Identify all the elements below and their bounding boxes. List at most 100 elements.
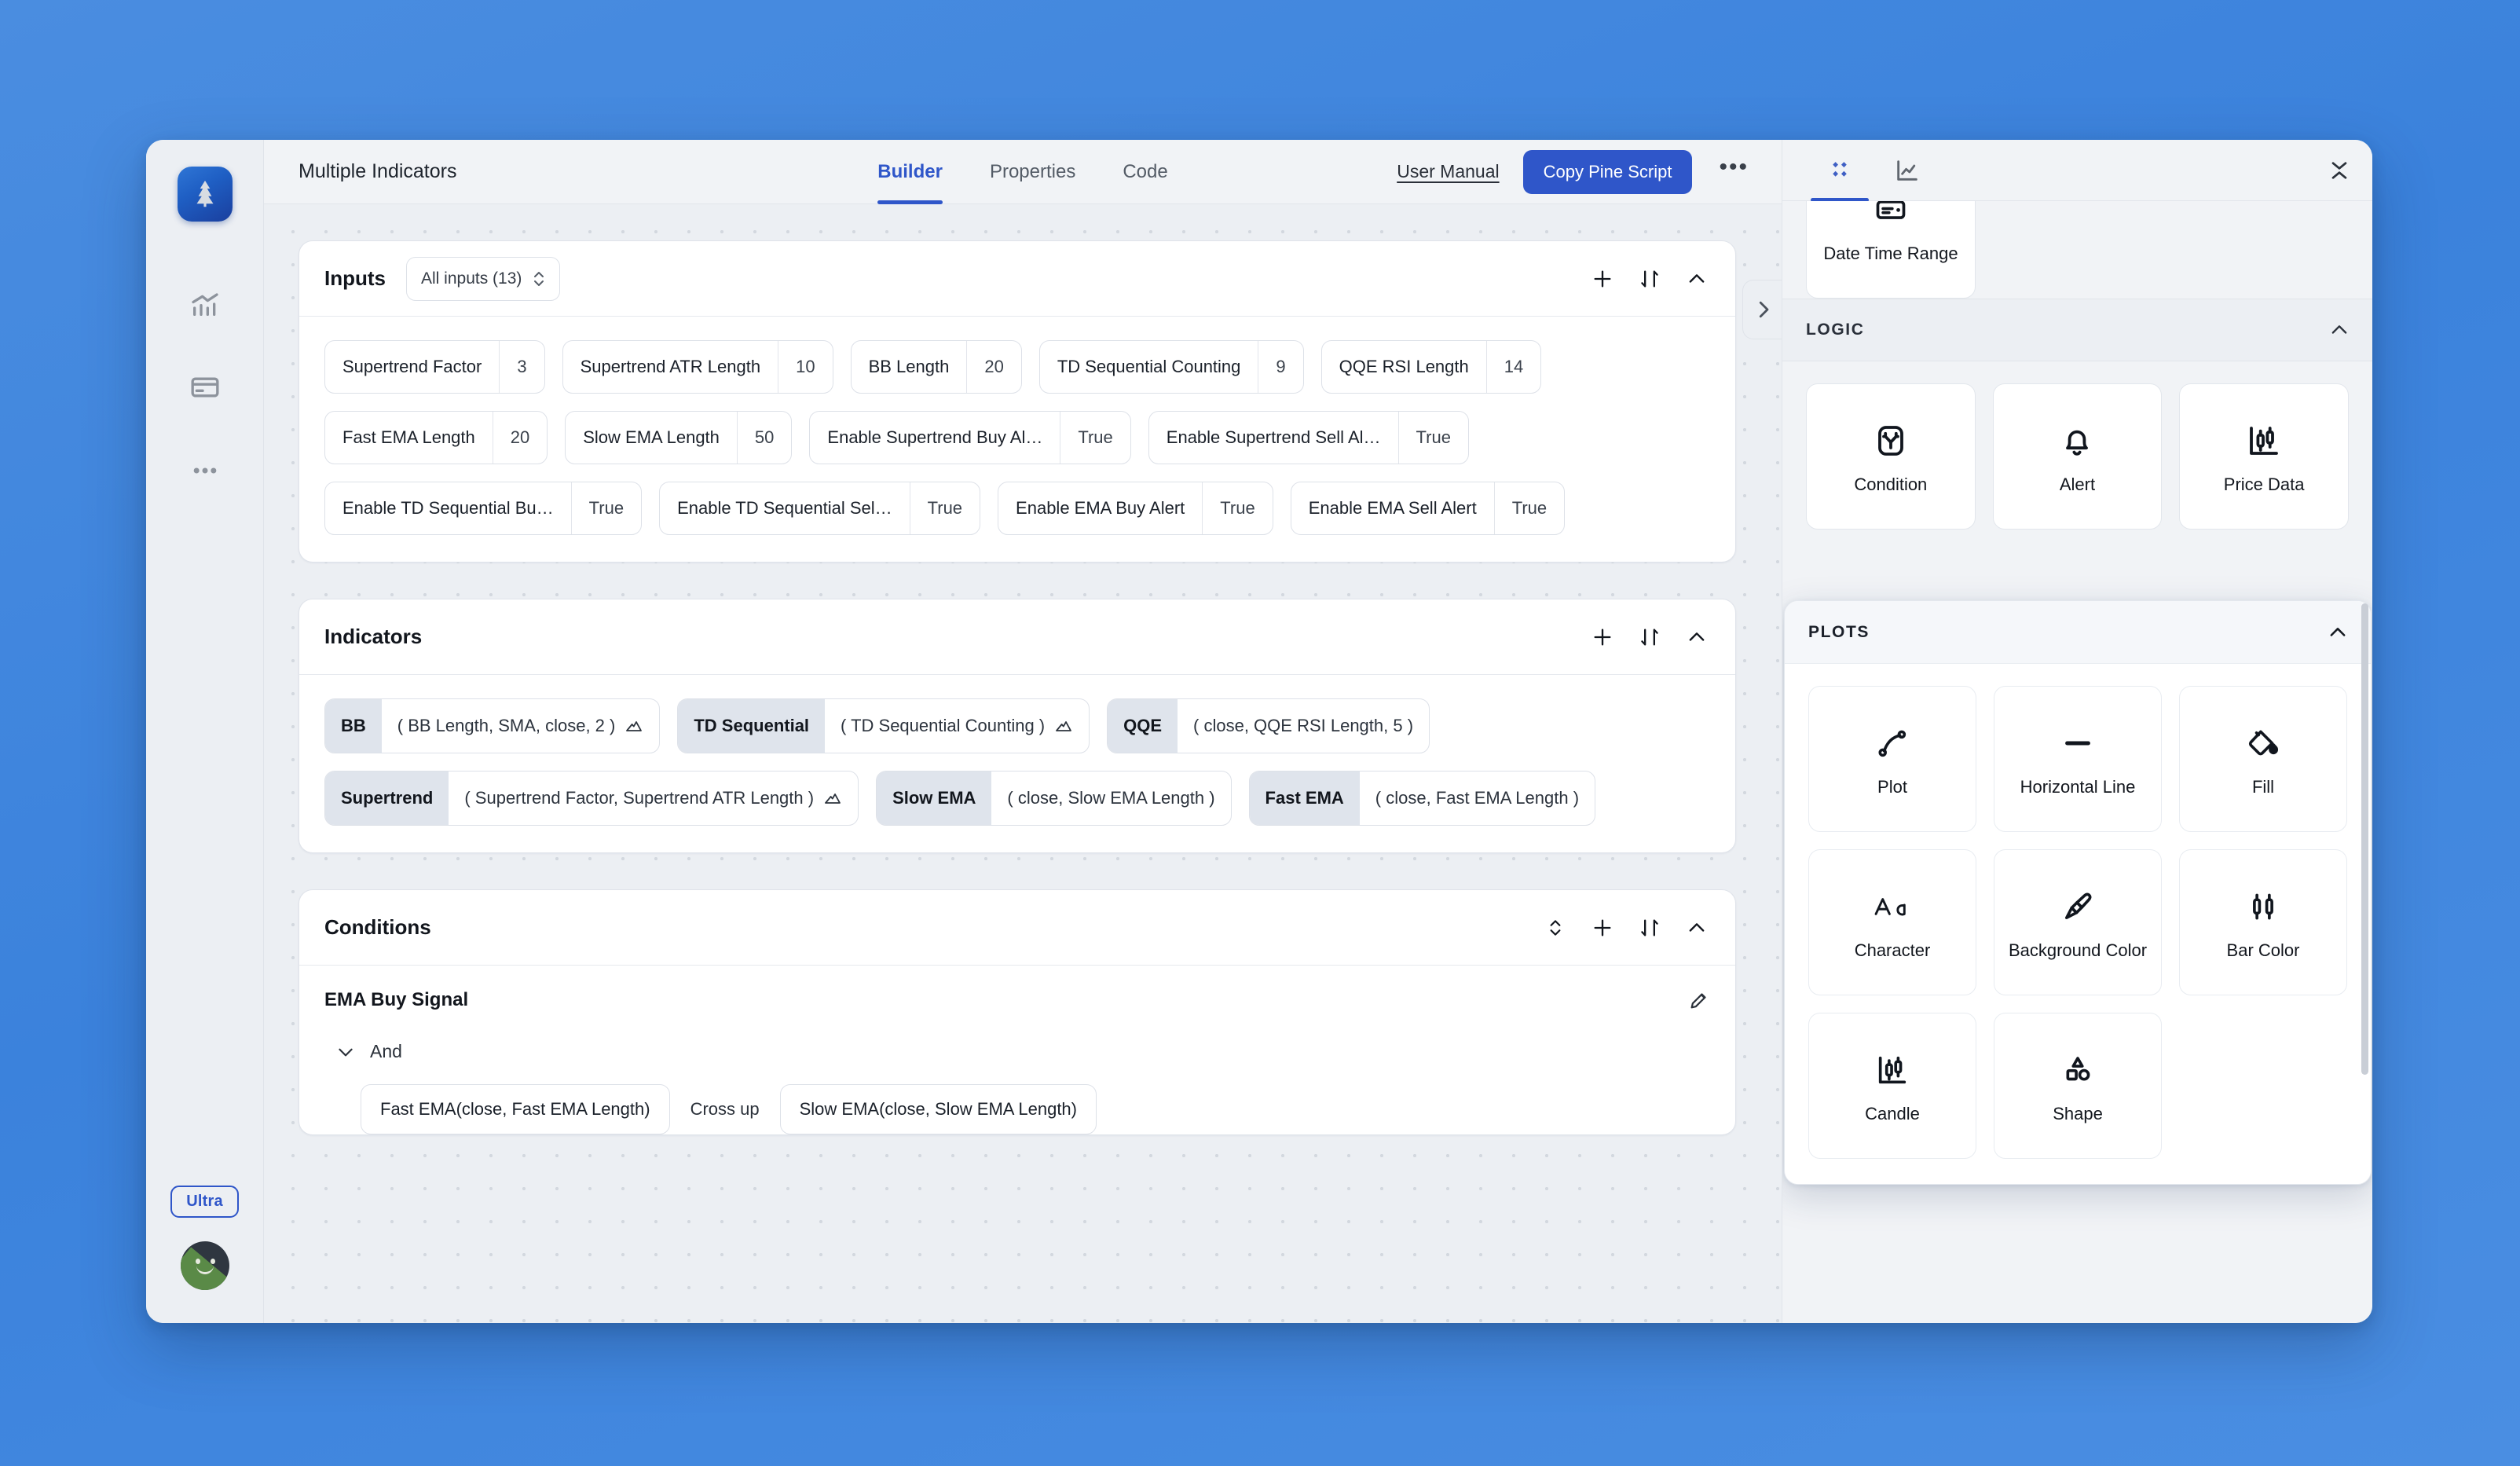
collapse-conditions-icon[interactable]	[1685, 916, 1709, 940]
sort-conditions-icon[interactable]	[1638, 916, 1661, 940]
input-chip-key: TD Sequential Counting	[1057, 357, 1241, 376]
collapse-indicators-icon[interactable]	[1685, 625, 1709, 649]
chevron-down-icon[interactable]	[335, 1042, 356, 1062]
inputs-card-header: Inputs All inputs (13)	[299, 241, 1735, 317]
add-indicator-icon[interactable]	[1591, 625, 1614, 649]
avatar[interactable]	[180, 1241, 229, 1290]
input-chip[interactable]: Enable TD Sequential Bu… True	[324, 482, 643, 535]
palette-tile-bar-color[interactable]: Bar Color	[2179, 849, 2347, 995]
right-panel-scrollbar[interactable]	[2361, 603, 2368, 1075]
add-input-icon[interactable]	[1591, 267, 1614, 291]
expand-all-conditions-icon[interactable]	[1544, 916, 1567, 940]
indicators-title: Indicators	[324, 625, 423, 648]
panel-section-plots: PLOTS Plot Horizontal Line Fill Characte…	[1784, 600, 2372, 1185]
input-chip-key: Fast EMA Length	[342, 427, 475, 447]
collapse-logic-icon[interactable]	[2328, 319, 2350, 341]
input-chip-key: Enable Supertrend Sell Al…	[1166, 427, 1381, 447]
palette-tile-fill[interactable]: Fill	[2179, 686, 2347, 832]
input-chip[interactable]: Enable Supertrend Buy Al… True	[809, 411, 1131, 464]
inputs-filter-select[interactable]: All inputs (13)	[406, 256, 561, 301]
palette-tile-alert[interactable]: Alert	[1992, 383, 2163, 530]
plot-mountain-icon	[823, 789, 842, 808]
input-chip[interactable]: Fast EMA Length 20	[324, 411, 548, 464]
palette-tile-horizontal-line[interactable]: Horizontal Line	[1994, 686, 2162, 832]
input-chip-value: True	[1060, 412, 1130, 464]
user-manual-link[interactable]: User Manual	[1397, 161, 1499, 182]
input-chip[interactable]: Supertrend ATR Length 10	[562, 340, 833, 394]
expression-right-operand[interactable]: Slow EMA(close, Slow EMA Length)	[779, 1084, 1097, 1134]
tab-code[interactable]: Code	[1123, 161, 1167, 204]
palette-tile-condition[interactable]: Condition	[1806, 383, 1976, 530]
indicator-chip[interactable]: Fast EMA ( close, Fast EMA Length )	[1248, 771, 1596, 826]
collapse-panel-icon[interactable]	[2327, 158, 2352, 183]
palette-tile-date-time-range[interactable]: Date Time Range	[1806, 201, 1976, 299]
input-chip[interactable]: Enable Supertrend Sell Al… True	[1148, 411, 1469, 464]
sidebar-item-more[interactable]	[181, 446, 229, 495]
tab-properties[interactable]: Properties	[990, 161, 1075, 204]
palette-tile-label: Price Data	[2223, 474, 2305, 494]
palette-tile-shape[interactable]: Shape	[1994, 1013, 2162, 1159]
app-window: Ultra Multiple Indicators Builder Proper…	[146, 140, 2372, 1323]
palette-tile-candle[interactable]: Candle	[1808, 1013, 1976, 1159]
input-chip-key: BB Length	[868, 357, 950, 376]
indicator-name: Fast EMA	[1249, 771, 1360, 825]
condition-group-row: And	[324, 1041, 1710, 1062]
collapse-plots-icon[interactable]	[2327, 621, 2349, 643]
indicator-chip[interactable]: TD Sequential ( TD Sequential Counting )	[677, 698, 1090, 753]
palette-tile-background-color[interactable]: Background Color	[1994, 849, 2162, 995]
tab-builder[interactable]: Builder	[877, 161, 943, 204]
date-range-icon	[1874, 201, 1908, 233]
input-chip[interactable]: Enable EMA Sell Alert True	[1290, 482, 1566, 535]
indicator-chip[interactable]: QQE ( close, QQE RSI Length, 5 )	[1107, 698, 1430, 753]
palette-tile-character[interactable]: Character	[1808, 849, 1976, 995]
input-chip[interactable]: Enable TD Sequential Sel… True	[659, 482, 981, 535]
input-chip[interactable]: TD Sequential Counting 9	[1038, 340, 1304, 394]
input-chip[interactable]: QQE RSI Length 14	[1320, 340, 1542, 394]
indicator-args-text: ( TD Sequential Counting )	[841, 716, 1046, 735]
palette-tile-label: Horizontal Line	[2020, 776, 2136, 797]
sort-inputs-icon[interactable]	[1638, 267, 1661, 291]
pencil-icon[interactable]	[1688, 989, 1710, 1011]
conditions-card: Conditions EMA Buy Signal And Fast EMA(c…	[299, 889, 1736, 1135]
indicator-chip[interactable]: Supertrend ( Supertrend Factor, Supertre…	[324, 771, 859, 826]
sidebar-item-billing[interactable]	[181, 363, 229, 412]
main-area: Multiple Indicators Builder Properties C…	[264, 140, 1782, 1323]
indicator-args: ( TD Sequential Counting )	[825, 699, 1089, 753]
sort-indicators-icon[interactable]	[1638, 625, 1661, 649]
input-chip[interactable]: Enable EMA Buy Alert True	[998, 482, 1273, 535]
indicator-name: Slow EMA	[877, 771, 992, 825]
add-condition-icon[interactable]	[1591, 916, 1614, 940]
indicators-chip-list: BB ( BB Length, SMA, close, 2 ) TD Seque…	[324, 698, 1710, 826]
input-chip[interactable]: BB Length 20	[850, 340, 1022, 394]
panel-tab-chart[interactable]	[1874, 140, 1941, 201]
palette-tile-price-data[interactable]: Price Data	[2179, 383, 2349, 530]
copy-pine-script-button[interactable]: Copy Pine Script	[1522, 149, 1693, 194]
expression-operator[interactable]: Cross up	[690, 1099, 760, 1120]
palette-tile-plot[interactable]: Plot	[1808, 686, 1976, 832]
collapse-inputs-icon[interactable]	[1685, 267, 1709, 291]
inputs-card: Inputs All inputs (13) Supertrend Factor…	[299, 240, 1736, 563]
pine-tree-logo-icon[interactable]	[177, 167, 233, 222]
toggle-right-panel-button[interactable]	[1742, 280, 1782, 339]
input-chip-value: 50	[736, 412, 791, 464]
indicator-chip[interactable]: Slow EMA ( close, Slow EMA Length )	[876, 771, 1232, 826]
sidebar-item-analytics[interactable]	[181, 280, 229, 328]
input-chip[interactable]: Supertrend Factor 3	[324, 340, 545, 394]
input-chip[interactable]: Slow EMA Length 50	[565, 411, 793, 464]
plan-badge[interactable]: Ultra	[170, 1186, 239, 1218]
expression-left-operand[interactable]: Fast EMA(close, Fast EMA Length)	[361, 1084, 670, 1134]
more-options-icon[interactable]: •••	[1716, 155, 1752, 181]
input-chip-key: Enable TD Sequential Sel…	[677, 498, 892, 518]
inputs-title: Inputs	[324, 266, 386, 290]
palette-tile-label: Fill	[2251, 776, 2275, 797]
input-chip-key: QQE RSI Length	[1339, 357, 1469, 376]
indicator-chip[interactable]: BB ( BB Length, SMA, close, 2 )	[324, 698, 661, 753]
price-data-icon	[2245, 418, 2283, 464]
panel-tab-blocks[interactable]	[1806, 140, 1874, 202]
chart-bars-icon	[189, 288, 221, 320]
condition-name: EMA Buy Signal	[324, 989, 469, 1010]
branch-condition-icon	[1872, 418, 1910, 464]
condition-entry-header: EMA Buy Signal	[324, 989, 1710, 1016]
palette-tile-label: Bar Color	[2226, 940, 2300, 960]
indicator-name: BB	[325, 699, 382, 753]
